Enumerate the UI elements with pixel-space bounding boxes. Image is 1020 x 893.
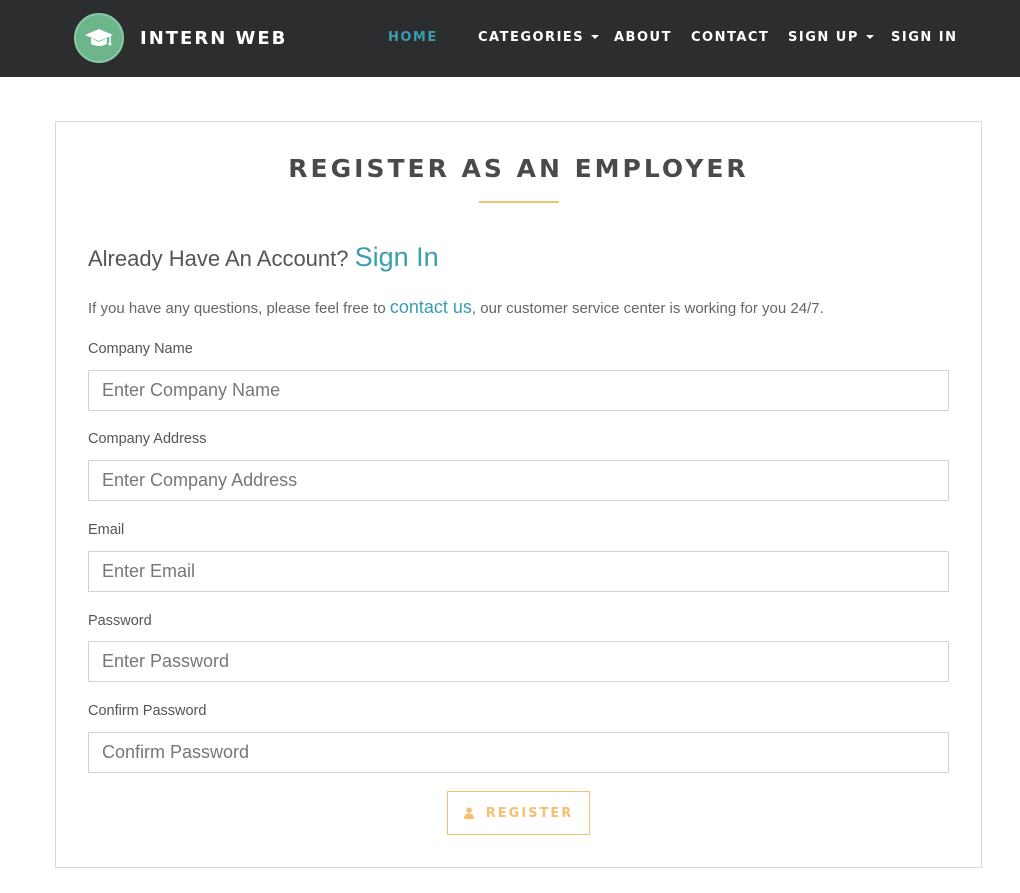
email-label: Email [88,522,125,538]
contact-us-link[interactable]: contact us [390,297,472,317]
chevron-down-icon [865,35,874,39]
nav-about[interactable]: ABOUT [614,30,672,45]
password-label: Password [88,613,152,629]
nav-contact[interactable]: CONTACT [691,30,769,45]
help-text-before: If you have any questions, please feel f… [88,300,390,317]
company-name-label: Company Name [88,341,193,357]
chevron-down-icon [591,35,600,39]
page-title: REGISTER AS AN EMPLOYER [288,154,749,183]
company-address-input[interactable] [88,460,949,501]
already-account-text: Already Have An Account? Sign In [88,242,439,273]
title-divider [479,201,559,203]
nav-categories-label: CATEGORIES [478,30,585,45]
nav-signup[interactable]: SIGN UP [788,30,874,45]
top-navbar: INTERN WEB HOME CATEGORIES ABOUT CONTACT… [0,0,1020,77]
confirm-password-label: Confirm Password [88,703,207,719]
user-icon [463,807,474,819]
nav-categories[interactable]: CATEGORIES [478,30,600,45]
brand-name: INTERN WEB [140,27,288,49]
company-address-label: Company Address [88,431,207,447]
register-button-label: REGISTER [485,805,574,821]
help-text-after: , our customer service center is working… [471,300,824,317]
graduation-cap-icon [74,13,124,63]
email-input[interactable] [88,551,949,592]
password-input[interactable] [88,641,949,682]
company-name-input[interactable] [88,370,949,411]
nav-home[interactable]: HOME [388,30,438,45]
already-account-label: Already Have An Account? [88,246,349,271]
register-button[interactable]: REGISTER [447,791,590,835]
nav-signup-label: SIGN UP [788,30,859,45]
brand[interactable]: INTERN WEB [74,13,287,63]
register-card: REGISTER AS AN EMPLOYER Already Have An … [55,121,982,868]
help-text: If you have any questions, please feel f… [88,297,824,318]
nav-signin[interactable]: SIGN IN [891,30,958,45]
signin-link[interactable]: Sign In [355,242,439,272]
confirm-password-input[interactable] [88,732,949,773]
